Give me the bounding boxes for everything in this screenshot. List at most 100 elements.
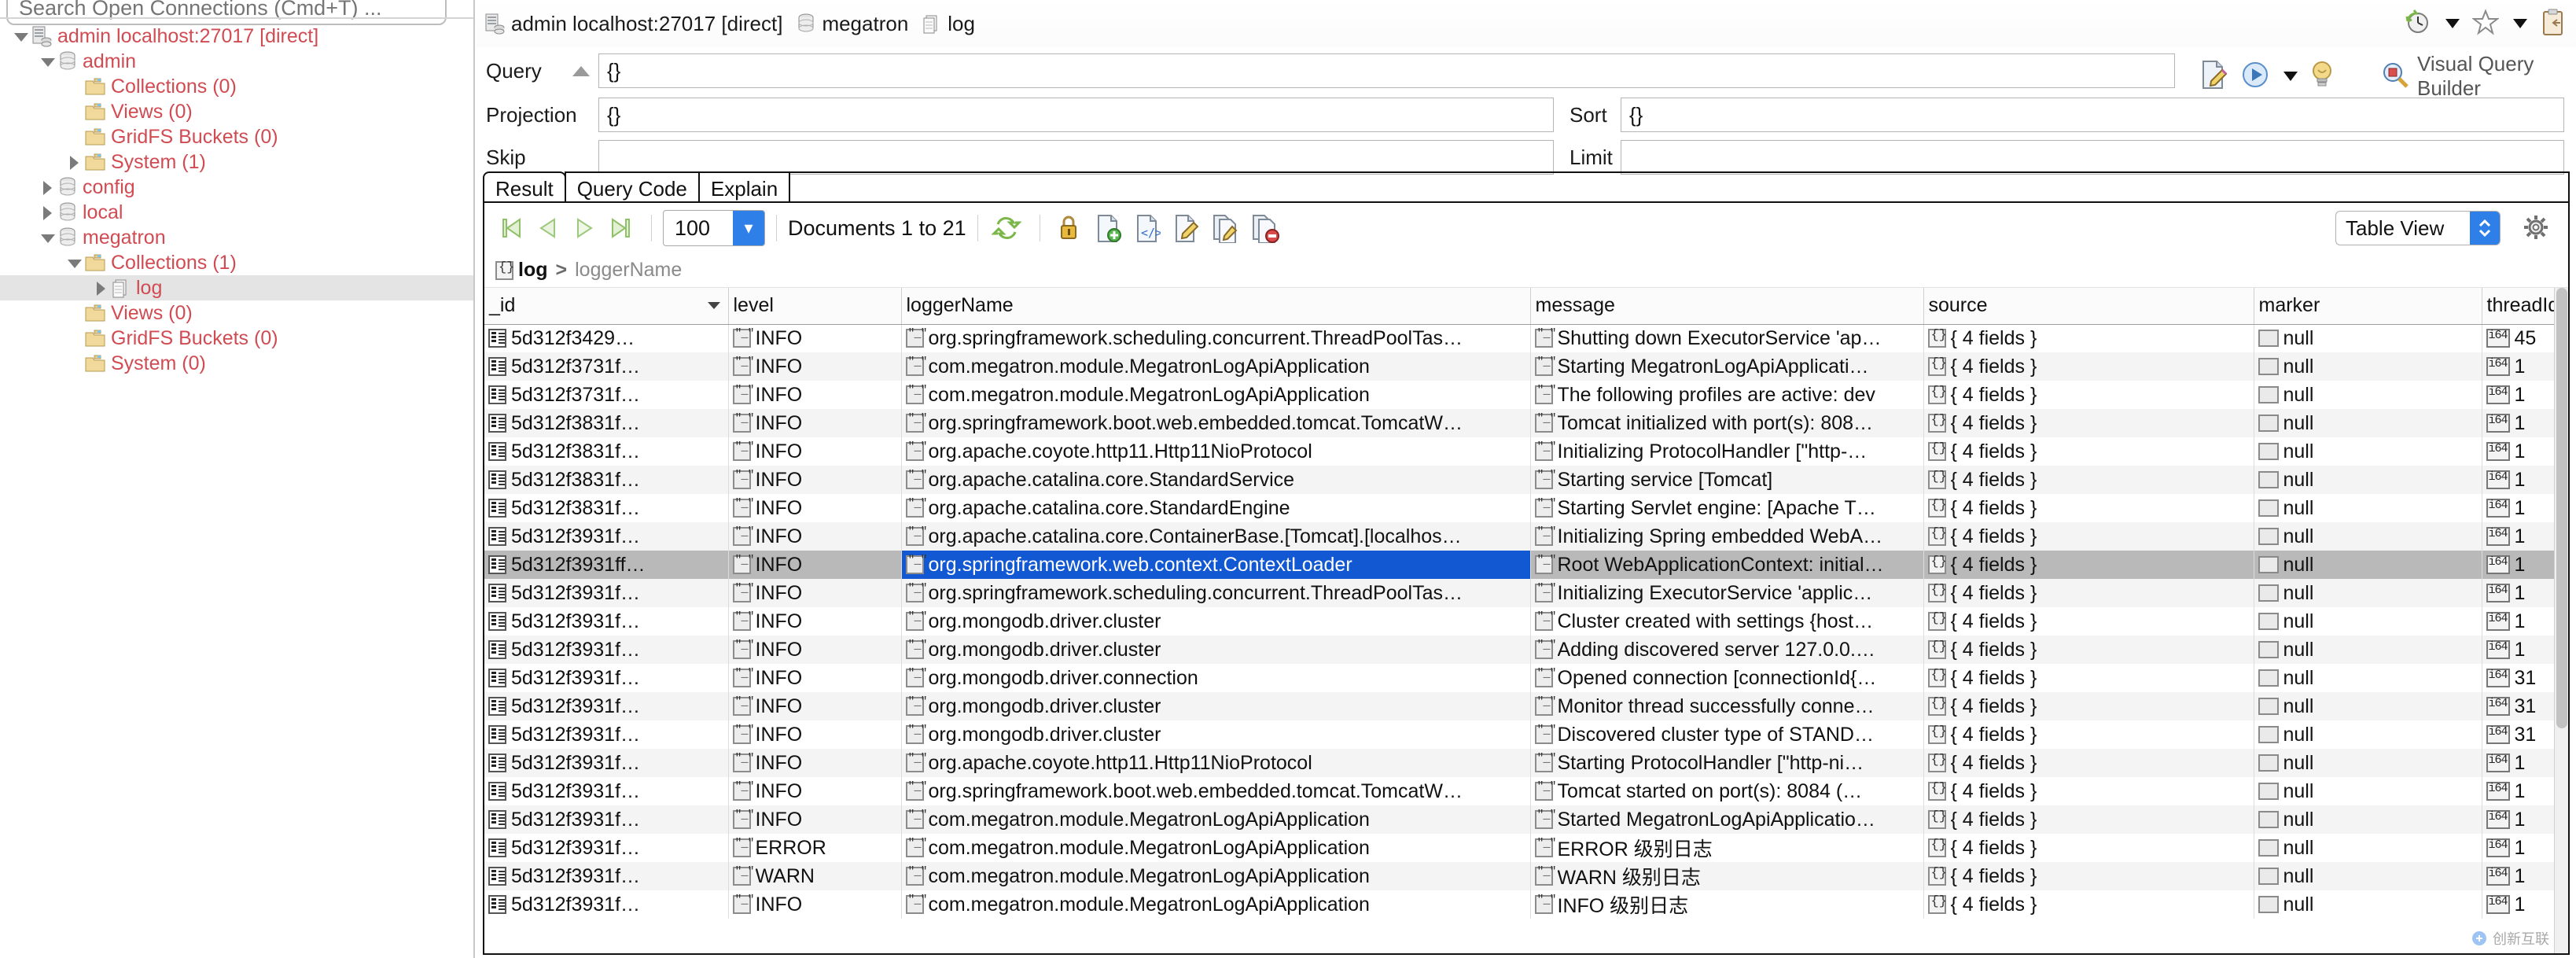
cell-source[interactable]: { 4 fields } [1923,749,2254,777]
cell-level[interactable]: INFO [728,324,902,352]
cell-message[interactable]: Starting Servlet engine: [Apache T… [1530,494,1924,522]
cell-level[interactable]: INFO [728,777,902,805]
cell-source[interactable]: { 4 fields } [1923,636,2254,664]
cell-loggername[interactable]: com.megatron.module.MegatronLogApiApplic… [901,862,1531,890]
tree-twisty-right-icon[interactable] [38,202,58,223]
cell-source[interactable]: { 4 fields } [1923,579,2254,607]
cell-source[interactable]: { 4 fields } [1923,437,2254,466]
tree-item-config[interactable]: config [0,175,473,200]
tree-item-local[interactable]: local [0,200,473,225]
column-header-source[interactable]: source [1923,288,2254,325]
cell-_id[interactable]: 5d312f3831f… [484,494,729,522]
cell-loggername[interactable]: org.springframework.web.context.ContextL… [901,551,1531,579]
cell-loggername[interactable]: org.springframework.scheduling.concurren… [901,579,1531,607]
cell-level[interactable]: ERROR [728,834,902,862]
cell-marker[interactable]: null [2254,494,2482,522]
cell-level[interactable]: INFO [728,466,902,494]
table-row[interactable]: 5d312f3931f… INFO com.megatron.module.Mega… [484,890,2568,919]
table-row[interactable]: 5d312f3931f… INFO com.megatron.module.Mega… [484,805,2568,834]
edit-query-icon[interactable] [2199,59,2228,94]
cell-marker[interactable]: null [2254,692,2482,720]
cell-message[interactable]: Discovered cluster type of STAND… [1530,720,1924,749]
cell-source[interactable]: { 4 fields } [1923,890,2254,919]
tab-result[interactable]: Result [483,171,566,204]
page-size-dropdown-icon[interactable]: ▾ [733,211,764,245]
cell-level[interactable]: INFO [728,381,902,409]
cell-_id[interactable]: 5d312f3931f… [484,636,729,664]
query-collapse-icon[interactable] [572,65,590,76]
cell-level[interactable]: INFO [728,607,902,636]
cell-level[interactable]: INFO [728,352,902,381]
cell-message[interactable]: Starting service [Tomcat] [1530,466,1924,494]
cell-_id[interactable]: 5d312f3931f… [484,664,729,692]
tree-item-views-0[interactable]: Views (0) [0,99,473,124]
tree-item-system-1[interactable]: System (1) [0,149,473,175]
table-row[interactable]: 5d312f3429… INFO org.springframework.sched… [484,324,2568,352]
cell-_id[interactable]: 5d312f3831f… [484,466,729,494]
cell-_id[interactable]: 5d312f3931f… [484,607,729,636]
cell-message[interactable]: Tomcat started on port(s): 8084 (… [1530,777,1924,805]
tree-twisty-down-icon[interactable] [38,227,58,248]
clipboard-paste-icon[interactable] [2540,8,2567,40]
tree-item-views-0[interactable]: Views (0) [0,300,473,326]
column-header-_id[interactable]: _id [484,288,729,325]
cell-_id[interactable]: 5d312f3931f… [484,579,729,607]
cell-loggername[interactable]: org.springframework.boot.web.embedded.to… [901,409,1531,437]
cell-level[interactable]: INFO [728,551,902,579]
sort-input[interactable]: {} [1621,98,2564,132]
explain-bulb-icon[interactable] [2309,59,2335,94]
tree-twisty-down-icon[interactable] [11,26,31,46]
cell-marker[interactable]: null [2254,409,2482,437]
cell-loggername[interactable]: org.apache.catalina.core.StandardEngine [901,494,1531,522]
cell-source[interactable]: { 4 fields } [1923,409,2254,437]
cell-source[interactable]: { 4 fields } [1923,494,2254,522]
cell-marker[interactable]: null [2254,324,2482,352]
table-row[interactable]: 5d312f3931f… INFO org.springframework.boot… [484,777,2568,805]
tree-item-collections-1[interactable]: Collections (1) [0,250,473,275]
table-row[interactable]: 5d312f3831f… INFO org.springframework.boot… [484,409,2568,437]
table-row[interactable]: 5d312f3831f… INFO org.apache.coyote.http11… [484,437,2568,466]
cell-source[interactable]: { 4 fields } [1923,805,2254,834]
favorite-star-icon[interactable] [2471,8,2500,39]
cell-source[interactable]: { 4 fields } [1923,834,2254,862]
column-header-message[interactable]: message [1530,288,1924,325]
edit-document-icon[interactable] [1169,211,1204,245]
add-document-icon[interactable] [1091,211,1125,245]
cell-marker[interactable]: null [2254,664,2482,692]
cell-marker[interactable]: null [2254,551,2482,579]
run-query-icon[interactable] [2239,59,2271,94]
tab-query-code[interactable]: Query Code [564,171,700,204]
cell-message[interactable]: Starting MegatronLogApiApplicati… [1530,352,1924,381]
tree-item-collections-0[interactable]: Collections (0) [0,74,473,99]
cell-loggername[interactable]: org.apache.catalina.core.ContainerBase.[… [901,522,1531,551]
table-row[interactable]: 5d312f3931f… INFO org.mongodb.driver.clust… [484,636,2568,664]
cell-level[interactable]: INFO [728,494,902,522]
view-mode-select[interactable]: Table View [2335,211,2501,245]
cell-marker[interactable]: null [2254,352,2482,381]
cell-loggername[interactable]: org.springframework.boot.web.embedded.to… [901,777,1531,805]
cell-message[interactable]: Initializing Spring embedded WebA… [1530,522,1924,551]
cell-level[interactable]: INFO [728,579,902,607]
cell-level[interactable]: INFO [728,664,902,692]
history-dropdown-caret-icon[interactable] [2445,19,2460,28]
column-header-loggername[interactable]: loggerName [901,288,1531,325]
table-row[interactable]: 5d312f3831f… INFO org.apache.catalina.core… [484,466,2568,494]
cell-_id[interactable]: 5d312f3931f… [484,720,729,749]
cell-message[interactable]: Shutting down ExecutorService 'ap… [1530,324,1924,352]
cell-marker[interactable]: null [2254,862,2482,890]
cell-loggername[interactable]: org.mongodb.driver.connection [901,664,1531,692]
cell-_id[interactable]: 5d312f3931f… [484,890,729,919]
cell-marker[interactable]: null [2254,890,2482,919]
cell-marker[interactable]: null [2254,579,2482,607]
table-row[interactable]: 5d312f3731f… INFO com.megatron.module.Mega… [484,352,2568,381]
breadcrumb-database[interactable]: megatron [797,12,908,36]
cell-loggername[interactable]: org.springframework.scheduling.concurren… [901,324,1531,352]
cell-loggername[interactable]: org.apache.coyote.http11.Http11NioProtoc… [901,749,1531,777]
cell-marker[interactable]: null [2254,720,2482,749]
cell-source[interactable]: { 4 fields } [1923,862,2254,890]
cell-marker[interactable]: null [2254,522,2482,551]
cell-source[interactable]: { 4 fields } [1923,692,2254,720]
cell-level[interactable]: INFO [728,692,902,720]
favorite-dropdown-caret-icon[interactable] [2513,19,2527,28]
tree-twisty-right-icon[interactable] [38,177,58,197]
